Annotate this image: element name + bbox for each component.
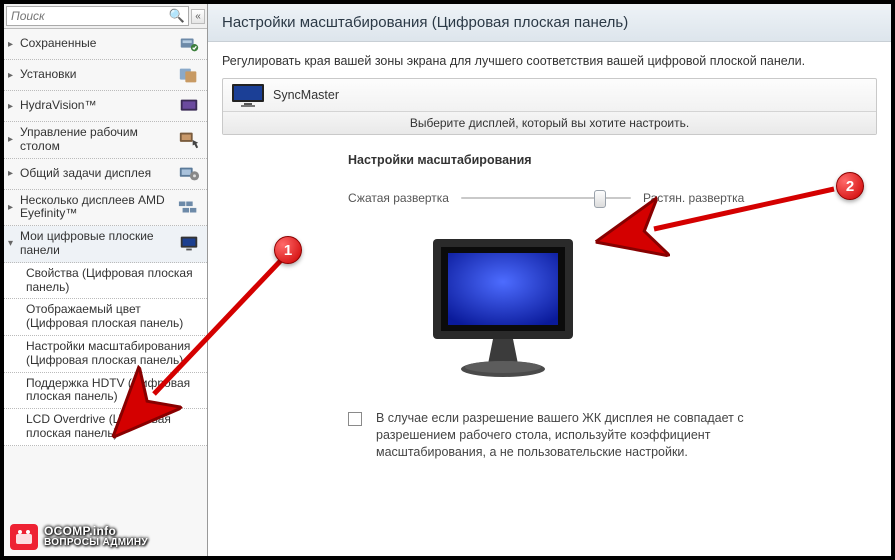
collapse-sidebar-button[interactable]: « bbox=[191, 9, 205, 24]
chevron-down-icon: ▾ bbox=[8, 238, 18, 249]
display-tasks-icon bbox=[177, 163, 201, 185]
monitor-preview bbox=[408, 229, 891, 392]
scaling-controls: Сжатая развертка Растян. развертка bbox=[348, 189, 891, 461]
scaling-slider[interactable] bbox=[461, 189, 631, 207]
sidebar-sub-scaling[interactable]: Настройки масштабирования (Цифровая плос… bbox=[4, 336, 207, 373]
page-description: Регулировать края вашей зоны экрана для … bbox=[208, 42, 891, 76]
sidebar-item-label: Мои цифровые плоские панели bbox=[20, 230, 173, 258]
sidebar-item-label: LCD Overdrive (Цифровая плоская панель) bbox=[26, 413, 201, 441]
sidebar-item-eyefinity[interactable]: ▸ Несколько дисплеев AMD Eyefinity™ bbox=[4, 190, 207, 227]
sidebar-item-digital-panels[interactable]: ▾ Мои цифровые плоские панели bbox=[4, 226, 207, 263]
sidebar-sub-hdtv[interactable]: Поддержка HDTV (Цифровая плоская панель) bbox=[4, 373, 207, 410]
sidebar-item-desktop-management[interactable]: ▸ Управление рабочим столом bbox=[4, 122, 207, 159]
display-hint: Выберите дисплей, который вы хотите наст… bbox=[223, 111, 876, 134]
slider-thumb[interactable] bbox=[594, 190, 606, 208]
chevron-right-icon: ▸ bbox=[8, 39, 18, 50]
presets-icon bbox=[177, 64, 201, 86]
profile-save-icon bbox=[177, 33, 201, 55]
display-picker: SyncMaster Выберите дисплей, который вы … bbox=[222, 78, 877, 135]
chevron-right-icon: ▸ bbox=[8, 101, 18, 112]
chevron-right-icon: ▸ bbox=[8, 70, 18, 81]
sidebar-item-label: Несколько дисплеев AMD Eyefinity™ bbox=[20, 194, 173, 222]
display-row[interactable]: SyncMaster bbox=[223, 79, 876, 111]
sidebar-item-hydravision[interactable]: ▸ HydraVision™ bbox=[4, 91, 207, 122]
chevron-right-icon: ▸ bbox=[8, 134, 18, 145]
sidebar-item-saved[interactable]: ▸ Сохраненные bbox=[4, 29, 207, 60]
hydravision-icon bbox=[177, 95, 201, 117]
sidebar-item-label: Отображаемый цвет (Цифровая плоская пане… bbox=[26, 303, 201, 331]
flat-panel-icon bbox=[177, 233, 201, 255]
sidebar-item-label: Сохраненные bbox=[20, 37, 173, 51]
note-text: В случае если разрешение вашего ЖК диспл… bbox=[376, 410, 788, 461]
sidebar-sub-color[interactable]: Отображаемый цвет (Цифровая плоская пане… bbox=[4, 299, 207, 336]
desktop-icon bbox=[177, 129, 201, 151]
sidebar-item-label: Управление рабочим столом bbox=[20, 126, 173, 154]
note-row: В случае если разрешение вашего ЖК диспл… bbox=[348, 410, 788, 461]
eyefinity-icon bbox=[177, 196, 201, 218]
sidebar-sub-properties[interactable]: Свойства (Цифровая плоская панель) bbox=[4, 263, 207, 300]
search-row: 🔍 « bbox=[4, 4, 207, 29]
page-title: Настройки масштабирования (Цифровая плос… bbox=[208, 4, 891, 42]
sidebar-item-label: HydraVision™ bbox=[20, 99, 173, 113]
section-title: Настройки масштабирования bbox=[348, 153, 891, 167]
sidebar-item-presets[interactable]: ▸ Установки bbox=[4, 60, 207, 91]
sidebar: 🔍 « ▸ Сохраненные ▸ Установки ▸ bbox=[4, 4, 208, 556]
sidebar-item-label: Свойства (Цифровая плоская панель) bbox=[26, 267, 201, 295]
sidebar-sub-overdrive[interactable]: LCD Overdrive (Цифровая плоская панель) bbox=[4, 409, 207, 446]
sidebar-item-label: Поддержка HDTV (Цифровая плоская панель) bbox=[26, 377, 201, 405]
sidebar-list: ▸ Сохраненные ▸ Установки ▸ HydraVision™ bbox=[4, 29, 207, 556]
chevron-right-icon: ▸ bbox=[8, 168, 18, 179]
slider-label-right: Растян. развертка bbox=[643, 191, 744, 205]
sidebar-item-label: Установки bbox=[20, 68, 173, 82]
sidebar-item-label: Общий задачи дисплея bbox=[20, 167, 173, 181]
sidebar-item-display-tasks[interactable]: ▸ Общий задачи дисплея bbox=[4, 159, 207, 190]
display-name: SyncMaster bbox=[273, 88, 339, 102]
monitor-icon bbox=[231, 83, 265, 107]
main-pane: Настройки масштабирования (Цифровая плос… bbox=[208, 4, 891, 556]
use-scaling-checkbox[interactable] bbox=[348, 412, 362, 426]
chevron-right-icon: ▸ bbox=[8, 202, 18, 213]
slider-label-left: Сжатая развертка bbox=[348, 191, 449, 205]
sidebar-item-label: Настройки масштабирования (Цифровая плос… bbox=[26, 340, 201, 368]
search-input[interactable] bbox=[6, 6, 189, 26]
